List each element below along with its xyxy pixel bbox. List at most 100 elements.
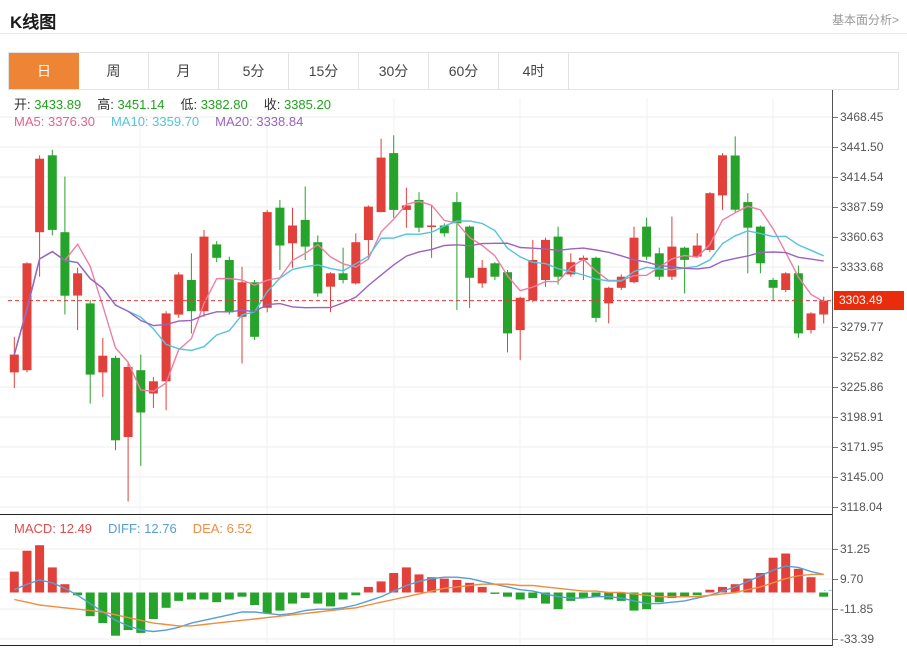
macd-bar[interactable] <box>503 593 512 597</box>
macd-bar[interactable] <box>200 593 209 600</box>
y-axis-label: 3225.86 <box>840 379 883 395</box>
candle[interactable] <box>339 248 348 284</box>
macd-bar[interactable] <box>149 593 158 620</box>
macd-bar[interactable] <box>35 545 44 592</box>
candle[interactable] <box>389 135 398 217</box>
macd-bar[interactable] <box>490 593 499 594</box>
candle[interactable] <box>98 338 107 397</box>
macd-bar[interactable] <box>781 554 790 593</box>
candle[interactable] <box>301 187 310 261</box>
candle[interactable] <box>604 287 613 324</box>
candle[interactable] <box>124 362 133 501</box>
macd-bar[interactable] <box>136 593 145 633</box>
macd-bar[interactable] <box>465 583 474 593</box>
candle[interactable] <box>225 257 234 315</box>
candle[interactable] <box>655 248 664 280</box>
candle[interactable] <box>680 247 689 294</box>
candle[interactable] <box>667 217 676 280</box>
legend-item: 开: 3433.89 <box>14 97 81 112</box>
macd-bar[interactable] <box>288 593 297 604</box>
tab-5min[interactable]: 5分 <box>219 53 289 89</box>
tab-day[interactable]: 日 <box>9 53 79 89</box>
candle[interactable] <box>377 139 386 212</box>
macd-bar[interactable] <box>275 593 284 611</box>
macd-bar[interactable] <box>162 593 171 608</box>
fundamental-analysis-link[interactable]: 基本面分析> <box>832 11 899 28</box>
candle[interactable] <box>23 262 32 372</box>
candle[interactable] <box>452 192 461 310</box>
candle[interactable] <box>351 233 360 284</box>
candle[interactable] <box>212 241 221 262</box>
tab-60min[interactable]: 60分 <box>429 53 499 89</box>
macd-bar[interactable] <box>807 577 816 592</box>
macd-bar[interactable] <box>174 593 183 601</box>
macd-bar[interactable] <box>478 587 487 593</box>
tab-30min[interactable]: 30分 <box>359 53 429 89</box>
candle[interactable] <box>478 260 487 288</box>
candle[interactable] <box>731 136 740 212</box>
candle[interactable] <box>136 355 145 466</box>
macd-bar[interactable] <box>351 593 360 596</box>
tab-week[interactable]: 周 <box>79 53 149 89</box>
macd-bar[interactable] <box>516 593 525 600</box>
tab-15min[interactable]: 15分 <box>289 53 359 89</box>
candle[interactable] <box>415 192 424 232</box>
candle[interactable] <box>743 193 752 273</box>
candle[interactable] <box>503 270 512 352</box>
candle[interactable] <box>807 312 816 333</box>
macd-bar[interactable] <box>187 593 196 600</box>
candle[interactable] <box>541 238 550 287</box>
macd-bar[interactable] <box>339 593 348 600</box>
candle[interactable] <box>592 257 601 323</box>
macd-bar[interactable] <box>819 593 828 597</box>
macd-bar[interactable] <box>364 587 373 593</box>
candle[interactable] <box>781 272 790 292</box>
macd-bar[interactable] <box>617 593 626 601</box>
macd-bar[interactable] <box>98 593 107 624</box>
macd-bar[interactable] <box>238 593 247 597</box>
candle[interactable] <box>86 300 95 404</box>
candle[interactable] <box>718 153 727 210</box>
candle[interactable] <box>60 177 69 315</box>
macd-bar[interactable] <box>250 593 259 606</box>
macd-bar[interactable] <box>693 593 702 596</box>
macd-bar[interactable] <box>326 593 335 607</box>
legend-item: MA20: 3338.84 <box>215 114 303 129</box>
macd-bar[interactable] <box>212 593 221 603</box>
candle[interactable] <box>174 272 183 318</box>
macd-bar[interactable] <box>48 567 57 592</box>
candle[interactable] <box>111 356 120 451</box>
candle[interactable] <box>162 311 171 410</box>
macd-bar[interactable] <box>440 579 449 593</box>
candle[interactable] <box>617 275 626 291</box>
macd-bar[interactable] <box>794 569 803 593</box>
tab-4hour[interactable]: 4时 <box>499 53 569 89</box>
macd-bar[interactable] <box>402 567 411 592</box>
main-chart[interactable] <box>0 90 832 516</box>
macd-bar[interactable] <box>377 581 386 592</box>
macd-bar[interactable] <box>769 558 778 593</box>
candle[interactable] <box>516 297 525 361</box>
y-axis-label: 3360.63 <box>840 229 883 245</box>
candle[interactable] <box>149 377 158 408</box>
macd-bar[interactable] <box>301 593 310 599</box>
candle[interactable] <box>554 227 563 285</box>
candle[interactable] <box>73 268 82 330</box>
macd-bar[interactable] <box>528 593 537 599</box>
candle[interactable] <box>275 200 284 270</box>
tab-month[interactable]: 月 <box>149 53 219 89</box>
macd-bar[interactable] <box>566 593 575 601</box>
macd-bar[interactable] <box>415 574 424 592</box>
candle[interactable] <box>642 218 651 260</box>
macd-bar[interactable] <box>313 593 322 604</box>
period-tab-bar: 日周月5分15分30分60分4时 <box>8 52 899 90</box>
macd-bar[interactable] <box>705 590 714 593</box>
candle[interactable] <box>528 240 537 302</box>
macd-bar[interactable] <box>225 593 234 600</box>
macd-bar[interactable] <box>554 593 563 610</box>
candle[interactable] <box>490 262 499 280</box>
y-axis-label: 3252.82 <box>840 349 883 365</box>
candle[interactable] <box>187 253 196 333</box>
macd-bar[interactable] <box>263 593 272 614</box>
candle[interactable] <box>48 150 57 236</box>
